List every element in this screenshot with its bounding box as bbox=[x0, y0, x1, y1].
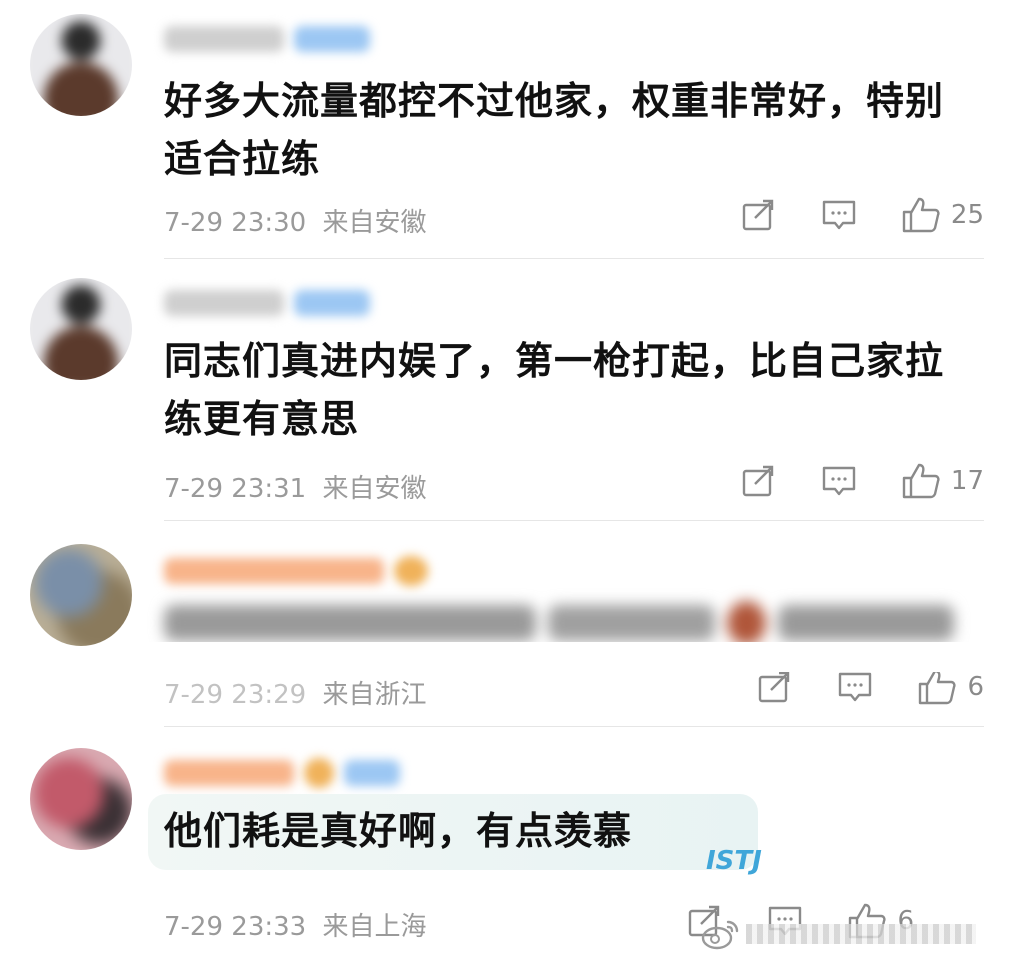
vip-badge bbox=[294, 26, 370, 52]
comment-time: 7-29 23:33 bbox=[164, 912, 307, 942]
vip-badge bbox=[294, 290, 370, 316]
username-row[interactable] bbox=[164, 22, 370, 56]
like-count: 17 bbox=[950, 466, 984, 496]
comment-actions: 25 bbox=[741, 196, 984, 234]
thumbs-up-icon bbox=[902, 197, 940, 233]
share-button[interactable] bbox=[757, 670, 793, 704]
comment-meta: 7-29 23:29 来自浙江 bbox=[164, 674, 426, 711]
comment-location: 来自安徽 bbox=[322, 474, 427, 504]
comment-meta: 7-29 23:33 来自上海 bbox=[164, 906, 426, 943]
like-count: 25 bbox=[950, 200, 984, 230]
medal-badge bbox=[394, 556, 428, 586]
avatar[interactable] bbox=[30, 278, 132, 380]
username[interactable] bbox=[164, 558, 384, 584]
like-button[interactable]: 17 bbox=[901, 462, 984, 500]
like-count: 6 bbox=[967, 672, 984, 702]
share-icon bbox=[742, 199, 774, 231]
watermark-text-obscured bbox=[746, 924, 976, 944]
divider bbox=[164, 258, 984, 259]
avatar[interactable] bbox=[30, 544, 132, 646]
comment-time: 7-29 23:30 bbox=[164, 208, 307, 238]
avatar[interactable] bbox=[30, 14, 132, 116]
watermark bbox=[700, 914, 1000, 954]
comment-icon bbox=[839, 672, 872, 702]
reply-button[interactable] bbox=[837, 670, 873, 704]
medal-badge bbox=[304, 758, 334, 788]
comment-icon bbox=[822, 466, 856, 496]
username-row[interactable] bbox=[164, 554, 428, 588]
share-button[interactable] bbox=[741, 464, 777, 498]
username[interactable] bbox=[164, 290, 284, 316]
divider bbox=[164, 520, 984, 521]
username-row[interactable] bbox=[164, 756, 400, 790]
username-row[interactable] bbox=[164, 286, 370, 320]
comment-actions: 17 bbox=[741, 462, 984, 500]
comment-text: 好多大流量都控不过他家，权重非常好，特别适合拉练 bbox=[164, 79, 945, 181]
comment-location: 来自安徽 bbox=[322, 208, 427, 238]
username[interactable] bbox=[164, 760, 294, 786]
like-button[interactable]: 25 bbox=[901, 196, 984, 234]
divider bbox=[164, 726, 984, 727]
thumbs-up-icon bbox=[919, 669, 957, 705]
username[interactable] bbox=[164, 26, 284, 52]
comment-time: 7-29 23:31 bbox=[164, 474, 307, 504]
comment-location: 来自上海 bbox=[322, 912, 427, 942]
crop-mask bbox=[150, 642, 1014, 672]
reply-button[interactable] bbox=[821, 464, 857, 498]
comment-meta: 7-29 23:30 来自安徽 bbox=[164, 202, 426, 239]
comment-actions: 6 bbox=[757, 668, 984, 706]
weibo-logo-icon bbox=[701, 920, 739, 950]
vip-badge bbox=[344, 760, 400, 786]
comment-text: 同志们真进内娱了，第一枪打起，比自己家拉练更有意思 bbox=[164, 339, 945, 441]
comment-location: 来自浙江 bbox=[322, 680, 427, 710]
comment-text: 他们耗是真好啊，有点羡慕 bbox=[164, 809, 633, 853]
comment-time: 7-29 23:29 bbox=[164, 680, 307, 710]
avatar[interactable] bbox=[30, 748, 132, 850]
share-button[interactable] bbox=[741, 198, 777, 232]
bubble-badge: ISTJ bbox=[706, 846, 762, 876]
like-button[interactable]: 6 bbox=[917, 668, 984, 706]
share-icon bbox=[742, 465, 774, 497]
comment-meta: 7-29 23:31 来自安徽 bbox=[164, 468, 426, 505]
share-icon bbox=[759, 671, 790, 703]
comment-icon bbox=[822, 200, 856, 230]
reply-button[interactable] bbox=[821, 198, 857, 232]
thumbs-up-icon bbox=[902, 463, 940, 499]
